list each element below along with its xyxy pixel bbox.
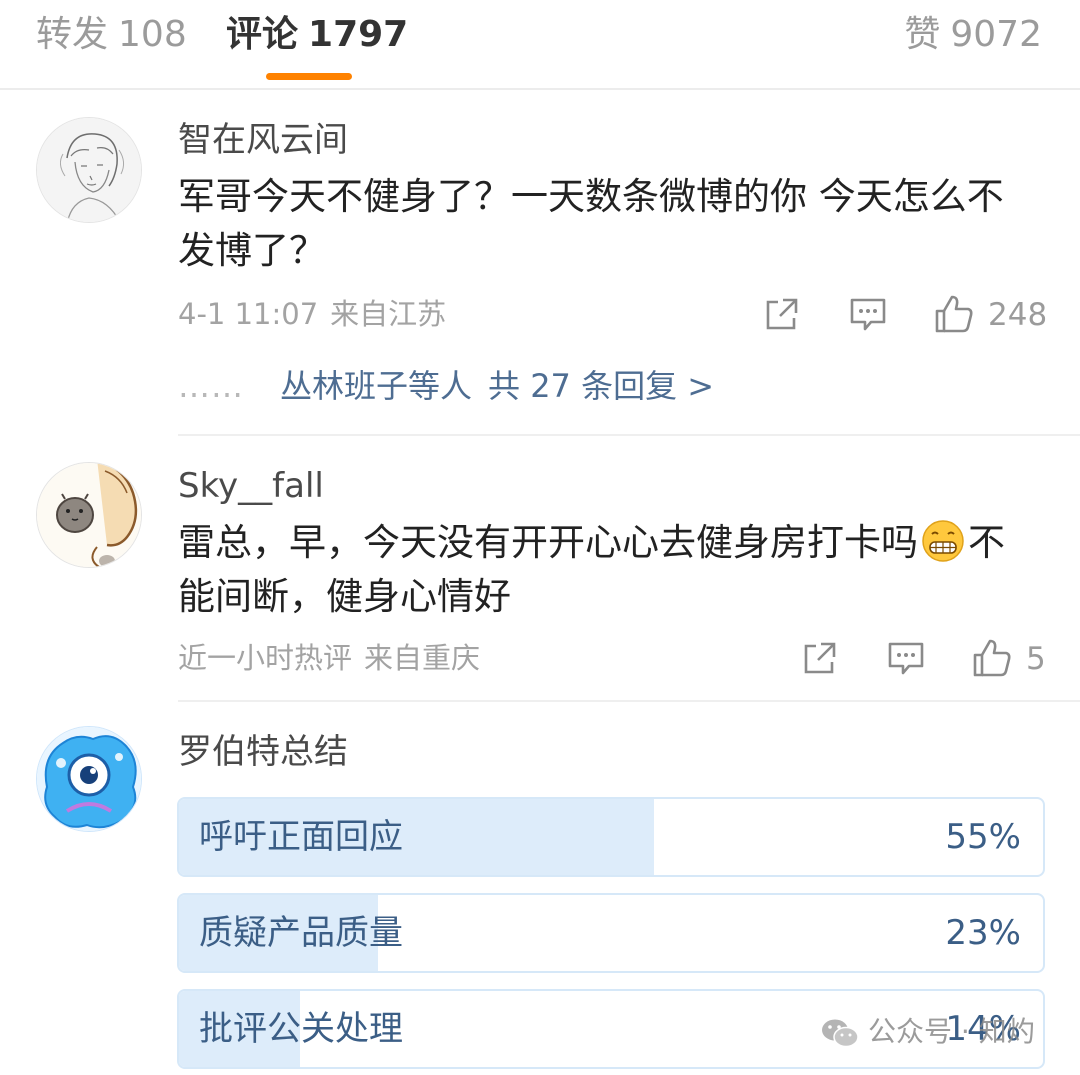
- tab-reposts[interactable]: 转发 108: [36, 12, 187, 58]
- replies-dots: ……: [178, 367, 244, 405]
- active-tab-indicator: [266, 73, 352, 80]
- tab-comments-count: 1797: [308, 14, 409, 55]
- poll-option-percent: 23%: [945, 913, 1021, 953]
- comment-text: 雷总，早，今天没有开开心心去健身房打卡吗 不能间断，健身心情好: [178, 516, 1038, 624]
- tab-reposts-label: 转发: [36, 14, 109, 55]
- like-icon[interactable]: [971, 637, 1013, 677]
- avatar[interactable]: [36, 462, 142, 568]
- weibo-comment-page: 转发 108 评论 1797 赞 9072 智在风云间 军哥今天不健身了？一天数条微博…: [0, 0, 1080, 1075]
- grinning-face-emoji: [922, 520, 964, 562]
- comment-icon[interactable]: [887, 640, 925, 680]
- comment-divider: [178, 700, 1080, 702]
- username[interactable]: 罗伯特总结: [178, 732, 348, 772]
- username[interactable]: 智在风云间: [178, 120, 348, 160]
- share-icon[interactable]: [763, 295, 801, 335]
- replies-names: 丛林班子等人: [280, 367, 473, 405]
- tab-likes-label: 赞: [904, 14, 941, 55]
- avatar[interactable]: [36, 726, 142, 832]
- tab-likes[interactable]: 赞 9072: [904, 12, 1042, 58]
- poll-option-label: 批评公关处理: [199, 1009, 403, 1049]
- like-icon[interactable]: [933, 293, 975, 333]
- tab-comments[interactable]: 评论 1797: [226, 12, 408, 58]
- poll-option-percent: 55%: [945, 817, 1021, 857]
- like-count: 248: [988, 297, 1048, 333]
- tab-bar-divider: [0, 88, 1080, 90]
- replies-link[interactable]: …… 丛林班子等人共 27 条回复 >: [178, 364, 714, 408]
- comment-location: 来自江苏: [330, 297, 447, 331]
- tab-comments-label: 评论: [226, 14, 299, 55]
- comment-meta: 近一小时热评 来自重庆: [178, 640, 480, 676]
- comment-time: 4-1 11:07: [178, 297, 319, 331]
- poll-option-label: 呼吁正面回应: [199, 817, 403, 857]
- comment-icon[interactable]: [849, 296, 887, 336]
- comment-text: 军哥今天不健身了？一天数条微博的你 今天怎么不发博了？: [178, 175, 1004, 272]
- comment-divider: [178, 434, 1080, 436]
- comment-location: 来自重庆: [364, 641, 481, 675]
- tab-reposts-count: 108: [118, 14, 187, 55]
- username[interactable]: Sky__fall: [178, 466, 324, 506]
- share-icon[interactable]: [801, 639, 839, 679]
- poll-option-label: 质疑产品质量: [199, 913, 403, 953]
- comment-text-part: 雷总，早，今天没有开开心心去健身房打卡吗: [178, 521, 918, 564]
- wechat-icon: [822, 1019, 859, 1048]
- poll-option[interactable]: 呼吁正面回应 55%: [177, 797, 1045, 877]
- comment-time: 近一小时热评: [178, 641, 353, 675]
- poll-option[interactable]: 质疑产品质量 23%: [177, 893, 1045, 973]
- watermark: 公众号 · 知灼: [820, 1010, 1035, 1054]
- replies-total: 共 27 条回复 >: [488, 367, 715, 405]
- watermark-text: 公众号 · 知灼: [868, 1015, 1035, 1048]
- comment-meta: 4-1 11:07 来自江苏: [178, 296, 446, 332]
- like-count: 5: [1026, 641, 1046, 677]
- tab-bar: 转发 108 评论 1797 赞 9072: [0, 0, 1080, 88]
- avatar[interactable]: [36, 117, 142, 223]
- tab-likes-count: 9072: [950, 14, 1042, 55]
